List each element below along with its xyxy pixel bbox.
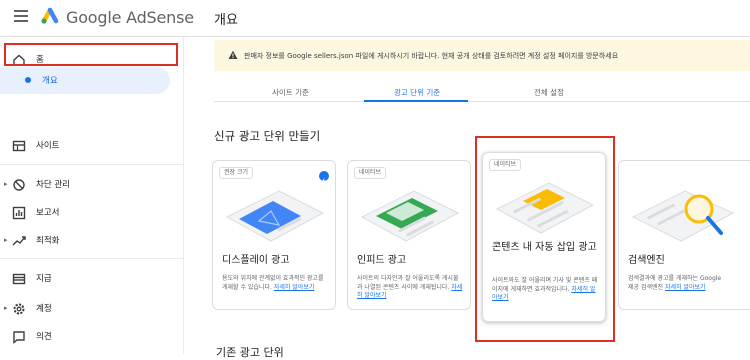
brand-name: Google AdSense: [66, 8, 194, 27]
sidebar-item-account[interactable]: ▸ 계정: [0, 296, 184, 322]
sidebar-item-label: 지급: [36, 274, 52, 284]
sidebar-item-label: 계정: [36, 304, 52, 314]
highlight-box: [475, 136, 615, 342]
card-search-engine[interactable]: 검색엔진 검색결과에 광고를 게재하는 Google 제공 검색엔진 자세히 알…: [618, 160, 750, 310]
tab-by-ad-unit[interactable]: 광고 단위 기준: [394, 87, 440, 98]
sidebar-item-label: 의견: [36, 332, 52, 342]
sites-icon: [12, 140, 26, 152]
card-title: 검색엔진: [628, 255, 665, 266]
optimize-icon: [12, 236, 26, 246]
sidebar-item-reports[interactable]: 보고서: [0, 200, 184, 226]
sidebar-item-label: 보고서: [36, 208, 60, 218]
block-icon: [13, 179, 25, 191]
chip-recommended-size: 권장 크기: [219, 167, 253, 179]
sidebar-item-optimize[interactable]: ▸ 최적화: [0, 228, 184, 254]
sidebar-item-label: 사이트: [36, 141, 60, 151]
learn-more-link[interactable]: 자세히 알아보기: [665, 284, 706, 291]
page-title: 개요: [214, 13, 238, 28]
warning-icon: [228, 50, 238, 59]
highlight-box: [4, 43, 178, 66]
adsense-logo: [41, 7, 59, 24]
sidebar-item-overview-label-row: 개요: [0, 76, 184, 129]
divider: [0, 258, 184, 259]
divider: [0, 164, 184, 165]
tab-by-site[interactable]: 사이트 기준: [272, 87, 309, 98]
display-ad-illustration: [225, 190, 325, 242]
sidebar-item-label: 차단 관리: [36, 180, 70, 190]
chip-native: 네이티브: [354, 167, 387, 179]
active-dot-icon: [25, 77, 31, 83]
tab-active-indicator: [364, 100, 468, 102]
card-display-ad[interactable]: 권장 크기 디스플레이 광고 용도와 위치에 관계없이 효과적인 광고를 게재할…: [212, 160, 336, 310]
notice-banner: 판매자 정보를 Google sellers.json 파일에 게시하시기 바랍…: [214, 40, 750, 71]
sidebar-item-label: 개요: [42, 76, 58, 86]
auto-bolt-icon: [319, 171, 329, 185]
search-engine-illustration: [631, 190, 735, 242]
sidebar-item-sites[interactable]: 사이트: [0, 133, 184, 159]
card-title: 인피드 광고: [357, 255, 407, 266]
feedback-icon: [13, 331, 25, 344]
menu-icon[interactable]: [14, 10, 28, 22]
section-title-existing: 기존 광고 단위: [216, 346, 284, 359]
payments-icon: [12, 273, 26, 285]
sidebar-item-label: 최적화: [36, 236, 60, 246]
learn-more-link[interactable]: 자세히 알아보기: [274, 284, 315, 291]
tab-global-settings[interactable]: 전체 설정: [534, 87, 564, 98]
sidebar-item-block[interactable]: ▸ 차단 관리: [0, 172, 184, 198]
card-infeed-ad[interactable]: 네이티브 인피드 광고 사이트의 디자인과 잘 어울리도록 게시물과 나열된 콘…: [347, 160, 471, 310]
card-description: 사이트의 디자인과 잘 어울리도록 게시물과 나열된 콘텐츠 사이에 게재됩니다…: [357, 275, 463, 299]
sidebar-item-feedback[interactable]: 의견: [0, 324, 184, 350]
card-title: 디스플레이 광고: [222, 255, 290, 266]
expand-arrow-icon: ▸: [4, 304, 8, 312]
gear-icon: [13, 303, 25, 315]
card-description: 용도와 위치에 관계없이 효과적인 광고를 게재할 수 있습니다. 자세히 알아…: [222, 275, 324, 291]
app-header: Google AdSense 개요: [0, 0, 750, 37]
section-title: 신규 광고 단위 만들기: [214, 129, 321, 143]
expand-arrow-icon: ▸: [4, 180, 8, 188]
notice-text: 판매자 정보를 Google sellers.json 파일에 게시하시기 바랍…: [244, 52, 619, 60]
card-description: 검색결과에 광고를 게재하는 Google 제공 검색엔진 자세히 알아보기: [628, 275, 722, 291]
infeed-ad-illustration: [360, 190, 460, 242]
sidebar-item-payments[interactable]: 지급: [0, 266, 184, 292]
expand-arrow-icon: ▸: [4, 236, 8, 244]
tab-bar: 사이트 기준 광고 단위 기준 전체 설정: [214, 80, 750, 102]
reports-icon: [12, 206, 26, 220]
